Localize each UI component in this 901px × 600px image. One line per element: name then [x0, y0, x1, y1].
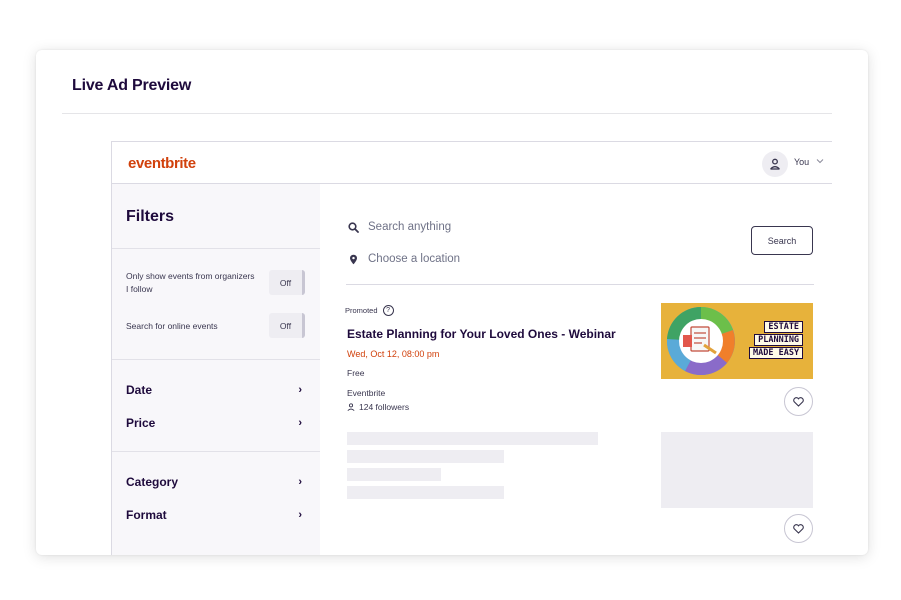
filter-date-label: Date — [126, 383, 153, 397]
image-text-line: MADE EASY — [749, 347, 804, 359]
divider — [112, 451, 320, 452]
user-menu-label[interactable]: You — [794, 157, 809, 167]
toggle-label-following: Only show events from organizers I follo… — [126, 271, 255, 294]
following-toggle[interactable]: Off — [269, 270, 305, 295]
help-icon[interactable]: ? — [382, 305, 394, 316]
filters-sidebar: Filters Only show events from organizers… — [112, 184, 320, 555]
filter-date[interactable]: Date › — [126, 383, 302, 397]
heart-icon — [793, 523, 804, 534]
event-image[interactable]: ESTATE PLANNING MADE EASY — [661, 303, 813, 379]
event-title[interactable]: Estate Planning for Your Loved Ones - We… — [347, 327, 616, 341]
chevron-right-icon: › — [298, 417, 302, 429]
skeleton-line — [347, 486, 504, 499]
top-nav: eventbrite You — [112, 142, 832, 184]
results-area: Search anything Choose a location Search… — [320, 184, 832, 555]
search-query-placeholder: Search anything — [368, 221, 452, 233]
skeleton-image — [661, 432, 813, 508]
search-icon — [348, 221, 359, 233]
chevron-right-icon: › — [298, 509, 302, 521]
promoted-badge: Promoted ? — [345, 305, 394, 316]
chevron-right-icon: › — [298, 476, 302, 488]
image-text-line: ESTATE — [764, 321, 804, 333]
image-text-line: PLANNING — [754, 334, 804, 346]
filter-format[interactable]: Format › — [126, 508, 302, 522]
promoted-label: Promoted — [345, 306, 378, 315]
organizer-followers: 124 followers — [347, 402, 409, 412]
save-event-button[interactable] — [784, 514, 813, 543]
user-avatar[interactable] — [762, 151, 788, 177]
event-organizer[interactable]: Eventbrite — [347, 388, 385, 398]
divider — [62, 113, 832, 114]
filter-price[interactable]: Price › — [126, 416, 302, 430]
heart-icon — [793, 396, 804, 407]
chevron-right-icon: › — [298, 384, 302, 396]
filter-category[interactable]: Category › — [126, 475, 302, 489]
chevron-down-icon[interactable] — [816, 158, 824, 164]
search-query-field[interactable]: Search anything — [348, 221, 451, 233]
event-date: Wed, Oct 12, 08:00 pm — [347, 349, 440, 359]
divider — [112, 248, 320, 249]
search-button[interactable]: Search — [751, 226, 813, 255]
skeleton-line — [347, 432, 598, 445]
ad-preview-card: Live Ad Preview eventbrite You Filters O… — [36, 50, 868, 555]
filter-format-label: Format — [126, 508, 167, 522]
user-icon — [347, 403, 355, 411]
user-icon — [770, 158, 780, 170]
divider — [346, 284, 814, 285]
filters-title: Filters — [126, 208, 175, 225]
skeleton-line — [347, 450, 504, 463]
image-headline: ESTATE PLANNING MADE EASY — [749, 321, 804, 359]
filter-category-label: Category — [126, 475, 179, 489]
save-event-button[interactable] — [784, 387, 813, 416]
toggle-label-online: Search for online events — [126, 321, 218, 331]
filter-price-label: Price — [126, 416, 156, 430]
followers-count: 124 followers — [359, 402, 410, 412]
card-title: Live Ad Preview — [72, 77, 192, 94]
gear-wheel-graphic — [666, 306, 735, 376]
online-events-toggle[interactable]: Off — [269, 313, 305, 338]
divider — [112, 359, 320, 360]
location-pin-icon — [350, 254, 357, 264]
eventbrite-logo[interactable]: eventbrite — [128, 155, 196, 172]
search-location-placeholder: Choose a location — [368, 253, 461, 265]
event-price: Free — [347, 368, 365, 378]
skeleton-line — [347, 468, 441, 481]
ad-preview-frame: eventbrite You Filters Only show events … — [111, 141, 832, 555]
search-location-field[interactable]: Choose a location — [348, 253, 460, 265]
